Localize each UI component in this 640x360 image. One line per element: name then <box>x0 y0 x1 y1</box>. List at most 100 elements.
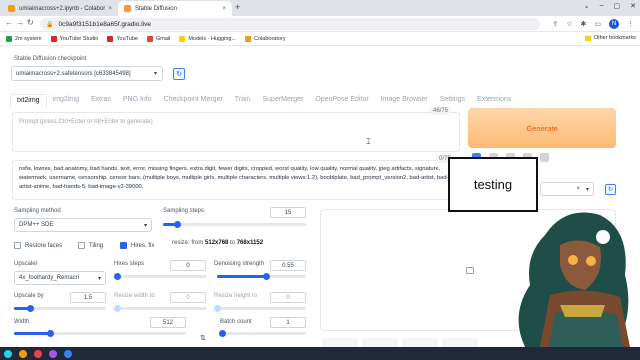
chevron-down-icon[interactable]: ⌄ <box>584 2 590 10</box>
bookmark-label: 2m system <box>15 35 42 42</box>
bookmark-gmail[interactable]: Gmail <box>146 35 170 42</box>
slider-handle[interactable] <box>114 305 121 312</box>
tab-img2img[interactable]: img2img <box>47 94 85 108</box>
star-icon[interactable]: ☆ <box>566 20 572 28</box>
generate-button[interactable]: Generate <box>468 108 616 148</box>
negative-prompt-text: nsfw, lowres, bad anatomy, bad hands, te… <box>19 166 449 190</box>
forward-icon[interactable]: → <box>16 18 24 27</box>
hires-steps-slider[interactable] <box>114 273 207 280</box>
upscale-by-input[interactable]: 1.5 <box>70 292 106 303</box>
extensions-icon[interactable]: ✱ <box>581 20 587 28</box>
slider-handle[interactable] <box>214 305 221 312</box>
taskbar-app-icon[interactable] <box>19 349 27 358</box>
sampling-method-select[interactable]: DPM++ SDE ▾ <box>14 218 152 232</box>
menu-icon[interactable]: ⋮ <box>627 20 634 28</box>
checkpoint-refresh-button[interactable]: ↻ <box>173 68 185 80</box>
denoising-strength-input[interactable]: 0.55 <box>270 260 306 271</box>
sampling-steps-input[interactable]: 15 <box>270 207 306 218</box>
character-armor <box>560 305 605 317</box>
upscaler-select[interactable]: 4x_foolhardy_Remacri ▾ <box>14 271 106 285</box>
slider-handle[interactable] <box>174 221 182 228</box>
denoising-strength-slider[interactable] <box>217 273 306 280</box>
tiling-checkbox[interactable]: Tiling <box>78 242 103 249</box>
slider-handle[interactable] <box>114 273 121 280</box>
lock-icon: 🔒 <box>46 21 54 28</box>
tab-txt2img[interactable]: txt2img <box>10 94 47 108</box>
denoising-strength-label: Denoising strength <box>214 261 265 267</box>
swap-dimensions-button[interactable]: ⇅ <box>200 334 206 342</box>
styles-refresh-button[interactable]: ↻ <box>605 184 616 195</box>
save-style-icon[interactable] <box>540 153 549 162</box>
slider-handle[interactable] <box>26 305 34 312</box>
width-slider[interactable] <box>14 330 186 337</box>
batch-count-slider[interactable] <box>219 330 306 337</box>
share-icon[interactable]: ⇪ <box>552 20 558 28</box>
url-input[interactable]: 🔒 0c9a9f3151b1e8a65f.gradio.live <box>40 18 540 30</box>
prompt-input[interactable]: Prompt (press Ctrl+Enter or Alt+Enter to… <box>12 112 460 152</box>
close-window-icon[interactable]: ✕ <box>630 2 636 10</box>
maximize-icon[interactable]: ▢ <box>614 2 621 10</box>
tab-extensions[interactable]: Extensions <box>471 94 517 108</box>
tab-png-info[interactable]: PNG Info <box>117 94 158 108</box>
upscale-by-slider[interactable] <box>14 305 106 312</box>
taskbar-app-icon[interactable] <box>49 349 57 358</box>
restore-faces-checkbox[interactable]: Restore faces <box>14 242 62 249</box>
checkbox-box <box>78 242 85 249</box>
sampling-steps-slider[interactable] <box>163 221 306 228</box>
tab-train[interactable]: Train <box>229 94 257 108</box>
bookmark-youtube[interactable]: YouTube <box>107 35 138 42</box>
checkbox-label: Tiling <box>89 242 104 249</box>
slider-handle[interactable] <box>262 273 270 280</box>
slider-fill <box>217 275 266 278</box>
tab-image-browser[interactable]: Image Browser <box>375 94 434 108</box>
tab-openpose-editor[interactable]: OpenPose Editor <box>309 94 374 108</box>
toolbar-icons: ⇪ ☆ ✱ ▭ N ⋮ <box>552 19 634 29</box>
slider-handle[interactable] <box>219 330 226 337</box>
resize-height-label: Resize height to <box>214 293 258 299</box>
close-icon[interactable]: × <box>108 6 112 12</box>
chrome-icon[interactable] <box>34 349 42 358</box>
bookmark-hugging-face[interactable]: Models - Hugging... <box>179 35 236 42</box>
minimize-icon[interactable]: – <box>600 2 604 10</box>
tab-checkpoint-merger[interactable]: Checkpoint Merger <box>158 94 229 108</box>
reload-icon[interactable]: ↻ <box>27 18 34 27</box>
browser-tab-stable-diffusion[interactable]: Stable Diffusion × <box>118 1 232 16</box>
hires-fix-checkbox[interactable]: Hires. fix <box>120 242 154 249</box>
bookmark-colaboratory[interactable]: Colaboratory <box>245 35 286 42</box>
tab-supermerger[interactable]: SuperMerger <box>257 94 310 108</box>
hires-steps-input[interactable]: 0 <box>170 260 206 271</box>
negative-prompt-input[interactable]: nsfw, lowres, bad anatomy, bad hands, te… <box>12 160 460 200</box>
profile-avatar[interactable]: N <box>609 19 619 29</box>
new-tab-button[interactable]: + <box>235 2 240 12</box>
resize-width-slider[interactable] <box>114 305 207 312</box>
tab-settings[interactable]: Settings <box>434 94 471 108</box>
sidebar-icon[interactable]: ▭ <box>594 20 601 28</box>
resize-height-slider[interactable] <box>214 305 306 312</box>
browser-tab-colab[interactable]: umiaimacross+2.ipynb - Colabor × <box>2 1 118 16</box>
sampling-method-value: DPM++ SDE <box>19 222 54 228</box>
slider-fill <box>14 332 51 335</box>
styles-select[interactable]: × ▾ <box>540 182 594 196</box>
back-icon[interactable]: ← <box>5 18 13 27</box>
batch-count-input[interactable]: 1 <box>270 317 306 328</box>
bookmark-youtube-studio[interactable]: YouTube Studio <box>50 35 98 42</box>
character-eye-left <box>568 255 578 265</box>
gradio-icon <box>124 5 131 12</box>
checkpoint-select[interactable]: umiaimacross+2.safetensors [c633845498] … <box>11 66 163 81</box>
resize-width-label: Resize width to <box>114 293 155 299</box>
other-bookmarks[interactable]: Other bookmarks <box>584 35 636 41</box>
width-input[interactable]: 512 <box>150 317 186 328</box>
close-icon[interactable]: × <box>576 186 580 192</box>
taskbar <box>0 347 640 360</box>
resize-width-input[interactable]: 0 <box>170 292 206 303</box>
tab-extras[interactable]: Extras <box>85 94 117 108</box>
taskbar-app-icon[interactable] <box>64 349 72 358</box>
hugging-face-icon <box>179 35 186 42</box>
close-icon[interactable]: × <box>222 6 226 12</box>
character-eye-right <box>586 256 596 266</box>
resize-prefix: resize: from <box>172 240 206 246</box>
slider-handle[interactable] <box>47 330 55 337</box>
resize-height-input[interactable]: 0 <box>270 292 306 303</box>
bookmark-2m-system[interactable]: 2m system <box>6 35 42 42</box>
start-icon[interactable] <box>4 349 12 358</box>
